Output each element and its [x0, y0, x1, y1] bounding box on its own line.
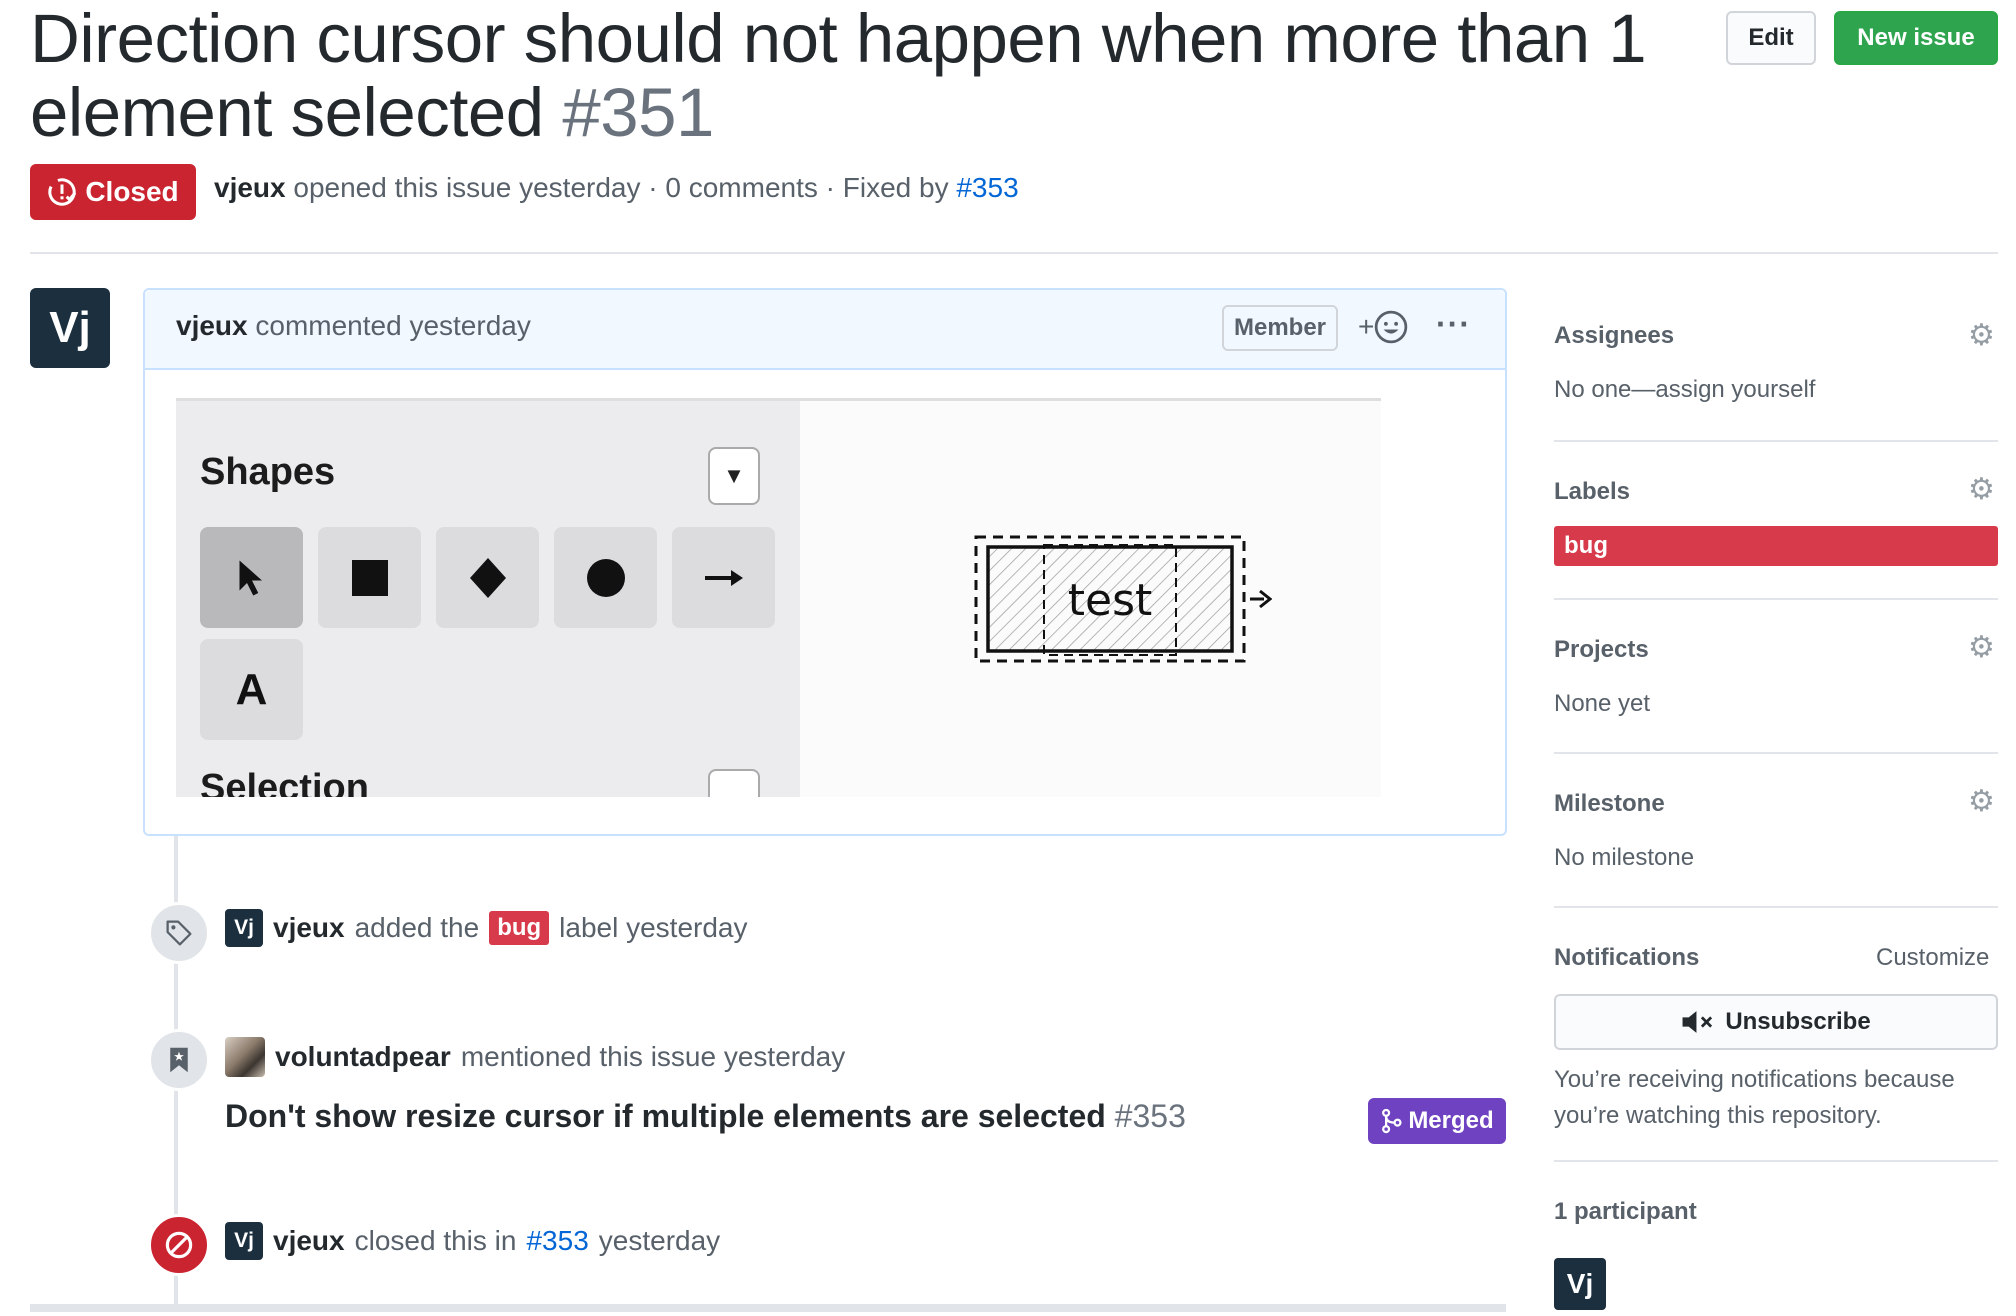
comment-options-button[interactable]: ···	[1436, 306, 1471, 343]
comment-screenshot: Shapes ▼ A Selection test	[176, 398, 1381, 797]
notification-reason: You’re receiving notifications because y…	[1554, 1066, 1955, 1129]
text-icon: A	[235, 664, 268, 714]
sidebar-assignees-value[interactable]: No one—assign yourself	[1554, 376, 1815, 404]
issue-title: Direction cursor should not happen when …	[30, 2, 1730, 150]
gear-icon[interactable]: ⚙	[1968, 630, 1995, 665]
mute-icon	[1682, 1011, 1713, 1033]
timeline-label-event	[148, 902, 210, 964]
selection-section-title: Selection	[200, 767, 369, 797]
event-text: mentioned this issue yesterday	[460, 1041, 846, 1072]
square-icon	[351, 559, 388, 596]
sidebar-milestone-title[interactable]: Milestone	[1554, 790, 1665, 818]
square-tool	[318, 527, 421, 628]
text-tool: A	[200, 639, 303, 740]
sidebar-divider	[1554, 1160, 1998, 1162]
timeline-closed-event	[148, 1214, 210, 1276]
reaction-plus: +	[1358, 311, 1375, 342]
new-issue-button[interactable]: New issue	[1834, 11, 1998, 65]
comment-header-text: vjeux commented yesterday	[176, 310, 531, 342]
pointer-tool	[200, 527, 303, 628]
event-text-post: yesterday	[598, 1225, 721, 1256]
timeline-mention-text: voluntadpear mentioned this issue yester…	[225, 1037, 845, 1077]
issue-meta-text: opened this issue yesterday · 0 comments…	[293, 172, 949, 203]
arrow-tool	[672, 527, 775, 628]
issue-closed-icon	[48, 178, 77, 206]
bookmark-icon	[170, 1047, 188, 1073]
sidebar-bug-label[interactable]: bug	[1554, 526, 1998, 566]
avatar[interactable]: Vj	[1554, 1258, 1606, 1310]
member-badge: Member	[1222, 305, 1338, 351]
timeline-closed-text: Vj vjeux closed this in #353 yesterday	[225, 1222, 720, 1260]
merged-badge: Merged	[1368, 1098, 1506, 1144]
gear-icon[interactable]: ⚙	[1968, 784, 1995, 819]
gear-icon[interactable]: ⚙	[1968, 318, 1995, 353]
circle-tool	[554, 527, 657, 628]
timeline-labeled-text: Vj vjeux added the bug label yesterday	[225, 909, 748, 947]
avatar[interactable]: Vj	[225, 909, 263, 947]
comment-author-link[interactable]: vjeux	[176, 310, 248, 341]
mentioned-pr-link[interactable]: Don't show resize cursor if multiple ele…	[225, 1098, 1186, 1135]
diamond-icon	[469, 557, 506, 598]
sketch-text: test	[1068, 575, 1153, 626]
issue-meta: vjeux opened this issue yesterday · 0 co…	[214, 172, 1019, 204]
diamond-tool	[436, 527, 539, 628]
customize-link[interactable]: Customize	[1876, 944, 1989, 972]
comment-timestamp: commented yesterday	[255, 310, 531, 341]
sidebar-notifications-title: Notifications	[1554, 944, 1700, 971]
issue-author-link[interactable]: vjeux	[214, 172, 286, 203]
unsubscribe-button[interactable]: Unsubscribe	[1554, 994, 1998, 1050]
smiley-icon	[1375, 310, 1408, 344]
avatar[interactable]	[225, 1037, 265, 1077]
actor-link[interactable]: vjeux	[273, 912, 345, 944]
sidebar-assignees-title[interactable]: Assignees	[1554, 322, 1674, 350]
selection-dropdown	[708, 769, 760, 797]
status-badge-label: Closed	[85, 176, 179, 207]
pointer-icon	[239, 560, 262, 595]
sidebar-participants-title: 1 participant	[1554, 1198, 1697, 1225]
actor-link[interactable]: voluntadpear	[275, 1041, 451, 1073]
git-merge-icon	[1382, 1108, 1402, 1134]
avatar[interactable]: Vj	[225, 1222, 263, 1260]
status-badge: Closed	[30, 164, 196, 220]
timeline-bottom-bar	[30, 1304, 1506, 1312]
event-text-post: label yesterday	[559, 912, 748, 943]
gear-icon[interactable]: ⚙	[1968, 472, 1995, 507]
sidebar-divider	[1554, 906, 1998, 908]
pr-number: #353	[1114, 1098, 1186, 1134]
shapes-panel-title: Shapes	[200, 451, 336, 493]
avatar[interactable]: Vj	[30, 288, 110, 368]
issue-number: #351	[562, 74, 714, 151]
closed-by-link[interactable]: #353	[526, 1225, 588, 1257]
edit-button[interactable]: Edit	[1726, 11, 1816, 65]
sketch-selected-elements: test	[974, 535, 1272, 663]
timeline-mention-event	[148, 1029, 210, 1091]
sidebar-projects-value: None yet	[1554, 690, 1651, 717]
sidebar-projects-title[interactable]: Projects	[1554, 636, 1649, 664]
bug-label[interactable]: bug	[489, 911, 550, 945]
merged-label: Merged	[1408, 1107, 1494, 1134]
sidebar-labels-title[interactable]: Labels	[1554, 478, 1630, 506]
sidebar-divider	[1554, 440, 1998, 442]
arrow-icon	[704, 569, 743, 586]
tag-icon	[166, 920, 192, 946]
sidebar-divider	[1554, 598, 1998, 600]
issue-title-text: Direction cursor should not happen when …	[30, 0, 1647, 151]
add-reaction-button[interactable]: +	[1358, 310, 1408, 344]
sidebar-divider	[1554, 752, 1998, 754]
circle-icon	[586, 558, 625, 597]
fixed-by-link[interactable]: #353	[956, 172, 1018, 203]
pr-title[interactable]: Don't show resize cursor if multiple ele…	[225, 1098, 1106, 1134]
header-divider	[30, 252, 1998, 254]
chevron-down-icon: ▼	[708, 447, 760, 505]
unsubscribe-label: Unsubscribe	[1725, 1008, 1871, 1035]
circle-slash-icon	[165, 1231, 193, 1259]
event-text: added the	[354, 912, 480, 943]
event-text: closed this in	[354, 1225, 517, 1256]
actor-link[interactable]: vjeux	[273, 1225, 345, 1257]
sidebar-milestone-value: No milestone	[1554, 844, 1695, 871]
